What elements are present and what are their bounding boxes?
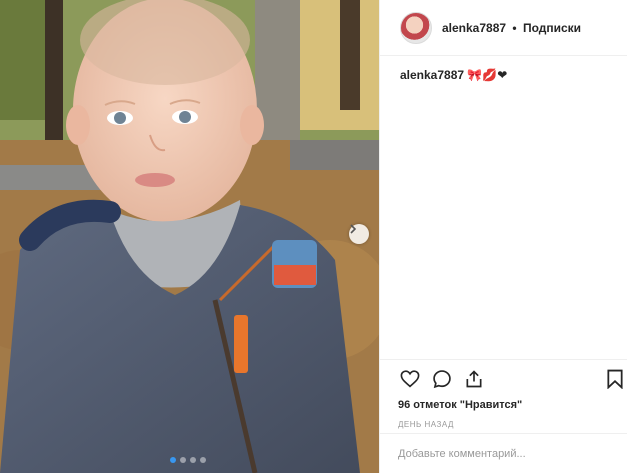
- comment-input[interactable]: [398, 447, 598, 460]
- next-slide-button[interactable]: [349, 224, 369, 244]
- heart-icon: [400, 370, 420, 388]
- caption-text: 🎀💋❤: [464, 68, 508, 82]
- post-date: ДЕНЬ НАЗАД: [398, 420, 454, 429]
- caption-username[interactable]: alenka7887: [400, 68, 464, 82]
- carousel-dot-3: [190, 457, 196, 463]
- photo-illustration: [0, 0, 379, 473]
- comment-button[interactable]: [430, 367, 454, 391]
- avatar[interactable]: [400, 11, 432, 44]
- header-text: alenka7887 • Подписки: [442, 21, 581, 35]
- bookmark-icon: [607, 369, 623, 389]
- separator: •: [512, 20, 517, 35]
- post-sidebar: alenka7887 • Подписки alenka7887 🎀💋❤ 96 …: [379, 0, 641, 473]
- carousel-dot-4: [200, 457, 206, 463]
- comment-bubble-icon: [433, 370, 451, 389]
- follow-button[interactable]: Подписки: [523, 21, 581, 35]
- save-button[interactable]: [603, 367, 627, 391]
- post-actions-section: 96 отметок "Нравится" ДЕНЬ НАЗАД: [380, 359, 627, 429]
- username-link[interactable]: alenka7887: [442, 21, 506, 35]
- action-bar: [398, 360, 627, 398]
- carousel-indicator: [170, 457, 206, 463]
- share-icon: [466, 370, 482, 388]
- share-button[interactable]: [462, 367, 486, 391]
- post-photo[interactable]: [0, 0, 379, 473]
- post-caption: alenka7887 🎀💋❤: [380, 56, 641, 360]
- post-header: alenka7887 • Подписки: [380, 0, 627, 56]
- carousel-dot-2: [180, 457, 186, 463]
- chevron-right-icon: [350, 224, 357, 234]
- likes-count[interactable]: 96 отметок "Нравится": [398, 399, 627, 411]
- comment-section: [380, 433, 627, 473]
- carousel-dot-1: [170, 457, 176, 463]
- scrollbar[interactable]: [627, 0, 641, 473]
- like-button[interactable]: [398, 367, 422, 391]
